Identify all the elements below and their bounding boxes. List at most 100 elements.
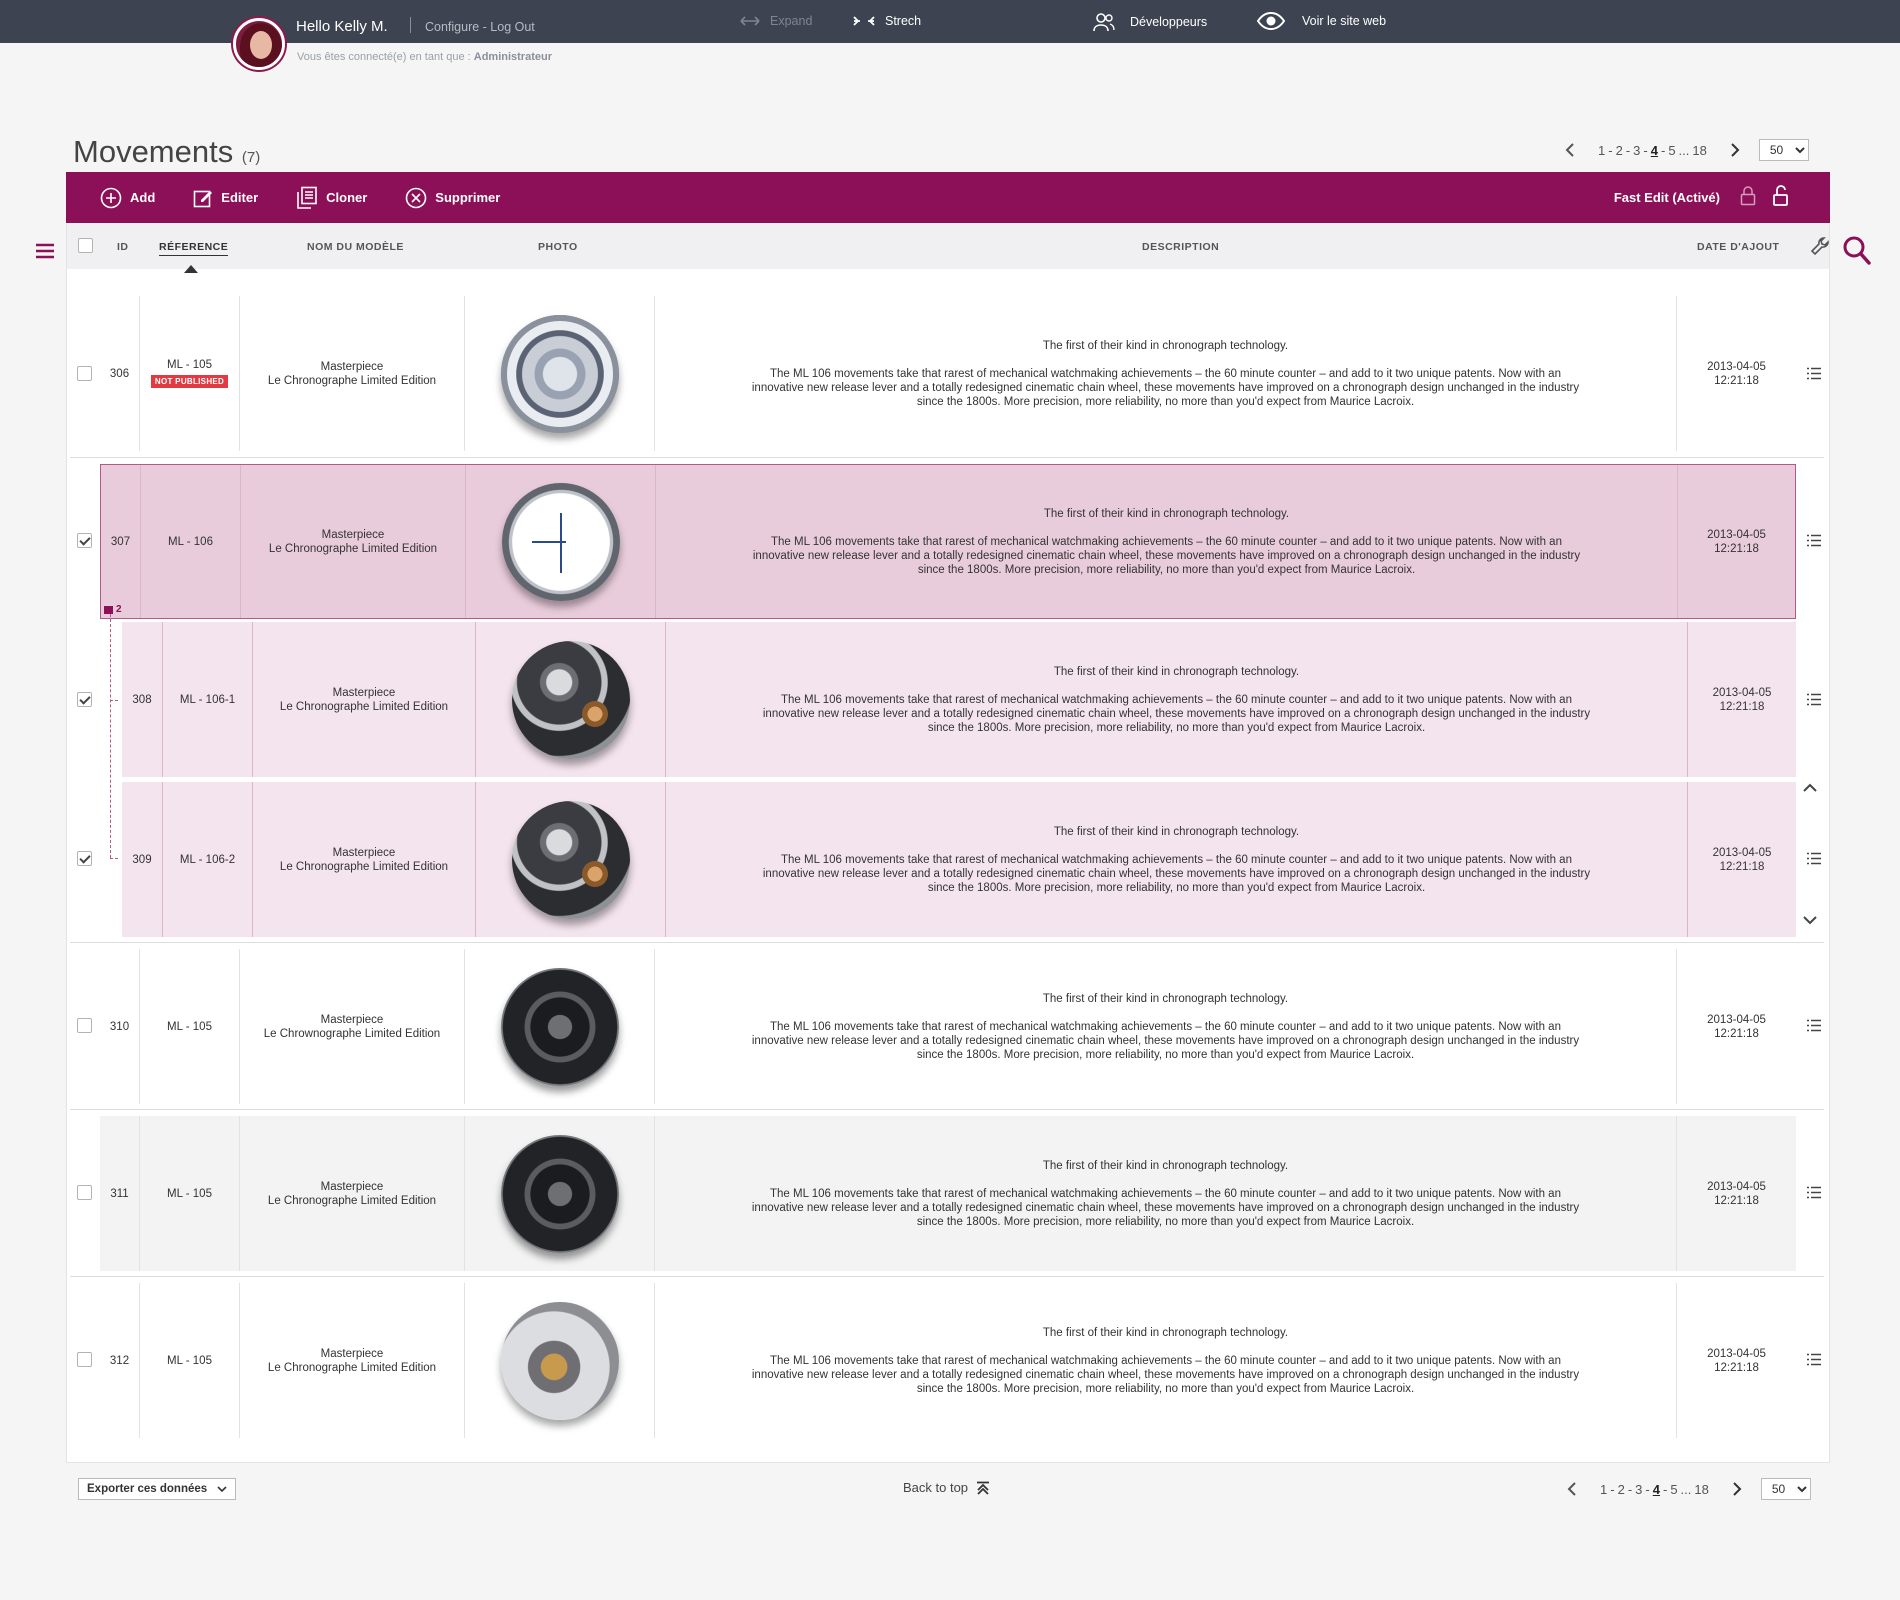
- eye-icon: [1256, 12, 1286, 30]
- cell-model: Masterpiece Le Chronographe Limited Editi…: [253, 782, 476, 937]
- per-page-select[interactable]: 50: [1760, 1478, 1811, 1500]
- column-description[interactable]: DESCRIPTION: [1142, 241, 1219, 253]
- cell-description: The first of their kind in chronograph t…: [666, 782, 1688, 937]
- delete-button[interactable]: Supprimer: [405, 187, 500, 209]
- plus-circle-icon: [100, 187, 122, 208]
- expand-icon: [740, 16, 760, 26]
- tree-branch: [110, 700, 118, 701]
- pagination-bottom: 1-2-3-4-5... 18 50: [1562, 1478, 1811, 1500]
- cell-description: The first of their kind in chronograph t…: [655, 949, 1677, 1104]
- hamburger-menu-icon[interactable]: [36, 242, 54, 260]
- column-id[interactable]: ID: [117, 241, 129, 253]
- model-line1: Masterpiece: [320, 1347, 384, 1360]
- expand-button[interactable]: Expand: [740, 14, 812, 28]
- fast-edit-toggle[interactable]: Fast Edit (Activé): [1614, 190, 1720, 205]
- time-text: 12:21:18: [1714, 1027, 1759, 1040]
- description-body: The ML 106 movements take that rarest of…: [752, 535, 1581, 576]
- page-links[interactable]: 1-2-3-4-5... 18: [1600, 1482, 1709, 1497]
- role-label: Administrateur: [473, 51, 552, 63]
- row-details-icon[interactable]: [1807, 367, 1821, 380]
- table-row[interactable]: 312 ML - 105 Masterpiece Le Chronographe …: [100, 1283, 1796, 1438]
- watch-movement-image: [511, 640, 630, 759]
- chevron-down-icon[interactable]: [1803, 915, 1817, 925]
- cell-reference: ML - 106-1: [163, 622, 253, 777]
- row-details-icon[interactable]: [1807, 1186, 1821, 1199]
- table-row[interactable]: 310 ML - 105 Masterpiece Le Chrownographe…: [100, 949, 1796, 1104]
- row-divider: [70, 942, 1824, 943]
- chevron-left-icon[interactable]: [1562, 1479, 1582, 1499]
- row-details-icon[interactable]: [1807, 852, 1821, 865]
- add-button[interactable]: Add: [100, 187, 155, 209]
- time-text: 12:21:18: [1714, 542, 1759, 555]
- back-to-top-link[interactable]: Back to top: [903, 1480, 990, 1495]
- chevron-left-icon[interactable]: [1560, 140, 1580, 160]
- cell-photo: [465, 1283, 655, 1438]
- cell-id: 310: [100, 949, 140, 1104]
- description-title: The first of their kind in chronograph t…: [1042, 1326, 1289, 1339]
- strech-icon: [853, 16, 875, 26]
- lock-open-icon[interactable]: [1772, 185, 1790, 207]
- cell-reference: ML - 105: [140, 1283, 240, 1438]
- row-checkbox[interactable]: [77, 692, 92, 707]
- page-links[interactable]: 1-2-3-4-5... 18: [1598, 143, 1707, 158]
- chevron-right-icon[interactable]: [1725, 140, 1745, 160]
- row-details-icon[interactable]: [1807, 1019, 1821, 1032]
- clone-button[interactable]: Cloner: [296, 186, 367, 210]
- greeting: Hello Kelly M.: [296, 18, 388, 35]
- close-circle-icon: [405, 187, 427, 208]
- watch-movement-image: [500, 1134, 619, 1253]
- export-select[interactable]: Exporter ces données: [78, 1478, 236, 1500]
- strech-button[interactable]: Strech: [853, 14, 921, 28]
- cell-date: 2013-04-05 12:21:18: [1677, 1283, 1796, 1438]
- cell-description: The first of their kind in chronograph t…: [655, 296, 1677, 451]
- edit-button[interactable]: Editer: [193, 188, 258, 208]
- lock-closed-icon[interactable]: [1740, 186, 1756, 206]
- cell-model: Masterpiece Le Chronographe Limited Editi…: [253, 622, 476, 777]
- table-row-child[interactable]: 309 ML - 106-2 Masterpiece Le Chronograph…: [122, 782, 1796, 937]
- view-site-link[interactable]: Voir le site web: [1256, 12, 1386, 30]
- chevron-right-icon[interactable]: [1727, 1479, 1747, 1499]
- children-toggle[interactable]: 2: [104, 604, 122, 615]
- row-checkbox[interactable]: [77, 851, 92, 866]
- developers-link[interactable]: Développeurs: [1092, 12, 1207, 32]
- watch-movement-image: [511, 800, 630, 919]
- select-all-checkbox[interactable]: [78, 238, 93, 253]
- avatar[interactable]: [233, 18, 285, 70]
- row-checkbox[interactable]: [77, 1352, 92, 1367]
- row-checkbox[interactable]: [77, 533, 92, 548]
- table-row[interactable]: 306 ML - 105 NOT PUBLISHED Masterpiece Le …: [100, 296, 1796, 451]
- per-page-select[interactable]: 50: [1758, 139, 1809, 161]
- column-reference[interactable]: RÉFERENCE: [159, 241, 229, 256]
- copy-icon: [297, 186, 317, 209]
- cell-date: 2013-04-05 12:21:18: [1678, 465, 1795, 618]
- row-details-icon[interactable]: [1807, 693, 1821, 706]
- description-title: The first of their kind in chronograph t…: [1042, 1159, 1289, 1172]
- cell-model: Masterpiece Le Chrownographe Limited Edit…: [240, 949, 465, 1104]
- date-text: 2013-04-05: [1707, 1180, 1766, 1193]
- description-title: The first of their kind in chronograph t…: [1053, 665, 1300, 678]
- cell-photo: [465, 1116, 655, 1271]
- wrench-icon[interactable]: [1810, 236, 1832, 258]
- cell-photo: [466, 465, 656, 618]
- users-icon: [1093, 13, 1115, 32]
- search-icon[interactable]: [1843, 236, 1871, 266]
- column-date[interactable]: DATE D'AJOUT: [1697, 241, 1779, 253]
- cell-photo: [465, 296, 655, 451]
- column-photo[interactable]: PHOTO: [538, 241, 578, 253]
- row-checkbox[interactable]: [77, 366, 92, 381]
- description-body: The ML 106 movements take that rarest of…: [751, 1187, 1580, 1228]
- configure-logout-links[interactable]: Configure - Log Out: [425, 20, 535, 34]
- row-checkbox[interactable]: [77, 1185, 92, 1200]
- row-details-icon[interactable]: [1807, 534, 1821, 547]
- row-checkbox[interactable]: [77, 1018, 92, 1033]
- table-row-selected[interactable]: 307 ML - 106 Masterpiece Le Chronographe …: [100, 464, 1796, 619]
- table-row[interactable]: 311 ML - 105 Masterpiece Le Chronographe …: [100, 1116, 1796, 1271]
- row-details-icon[interactable]: [1807, 1353, 1821, 1366]
- clone-label: Cloner: [326, 190, 368, 205]
- double-chevron-up-icon: [977, 1481, 990, 1495]
- table-row-child[interactable]: 308 ML - 106-1 Masterpiece Le Chronograph…: [122, 622, 1796, 777]
- sort-ascending-icon[interactable]: [184, 265, 198, 273]
- chevron-up-icon[interactable]: [1803, 783, 1817, 793]
- edit-label: Editer: [221, 190, 259, 205]
- column-model[interactable]: NOM DU MODÈLE: [307, 241, 404, 253]
